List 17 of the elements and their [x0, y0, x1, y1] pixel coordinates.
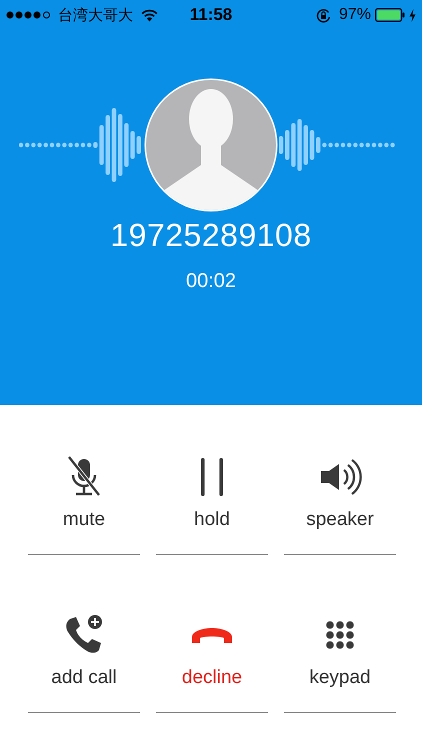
hold-button[interactable]: hold: [156, 405, 268, 555]
mute-button[interactable]: mute: [28, 405, 140, 555]
battery-percentage: 97%: [338, 6, 371, 24]
speaker-button[interactable]: speaker: [284, 405, 396, 555]
clock-time: 11:58: [190, 5, 232, 25]
signal-dots-icon: [6, 10, 52, 20]
keypad-button[interactable]: keypad: [284, 563, 396, 713]
phone-number: 19725289108: [110, 217, 312, 254]
rotation-lock-icon: [316, 8, 331, 22]
decline-button[interactable]: decline: [156, 563, 268, 713]
add-call-button[interactable]: add call: [28, 563, 140, 713]
charging-bolt-icon: [408, 8, 416, 22]
battery-icon: [374, 8, 405, 22]
wifi-icon: [141, 8, 158, 22]
call-duration: 00:02: [186, 270, 236, 293]
carrier-name: 台湾大哥大: [58, 6, 133, 24]
avatar-placeholder-icon: [143, 77, 279, 213]
